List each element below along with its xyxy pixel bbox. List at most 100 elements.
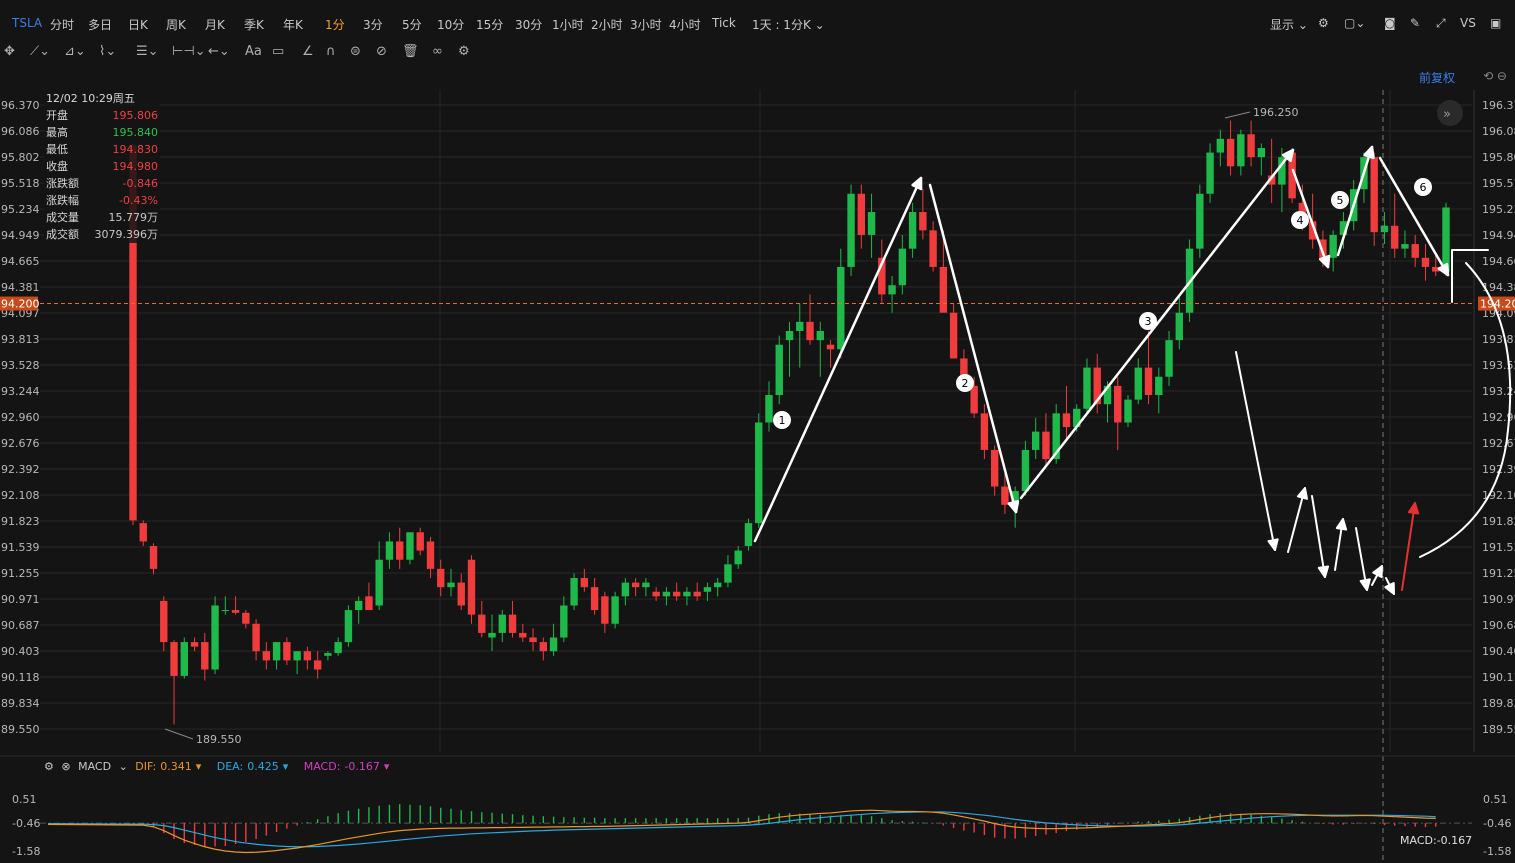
y-tick-label-right: 190.97 xyxy=(1482,593,1515,606)
y-tick-label-left: 93.528 xyxy=(1,359,40,372)
info-row: 涨跌幅 -0.43% xyxy=(44,192,160,209)
macd-settings-icon[interactable]: ⚙ xyxy=(44,760,54,773)
candle-body xyxy=(283,642,291,661)
y-tick-label-right: 195.23 xyxy=(1482,203,1515,216)
candle-body xyxy=(457,582,465,606)
candle-body xyxy=(242,612,250,624)
info-row-value: 3079.396万 xyxy=(94,228,159,241)
candle-body xyxy=(437,568,445,588)
candle-body xyxy=(1155,376,1163,396)
wave-number-label: 3 xyxy=(1145,315,1152,328)
low-marker-label: 189.550 xyxy=(196,733,242,746)
candle-body xyxy=(519,632,527,638)
candle-body xyxy=(765,395,773,423)
y-tick-label-right: 193.81 xyxy=(1482,333,1515,346)
candle-body xyxy=(990,449,999,487)
candlestick-chart[interactable]: 96.370 96.086 95.802 95.518 95.234 94.949 94.6… xyxy=(0,0,1515,863)
candle-body xyxy=(898,248,907,286)
candle-body xyxy=(980,413,989,450)
info-row: 收盘 194.980 xyxy=(44,158,160,175)
candle-body xyxy=(1226,138,1235,167)
wave-number-label: 5 xyxy=(1337,194,1344,207)
info-row: 最低 194.830 xyxy=(44,141,160,158)
candle-body xyxy=(939,266,948,313)
y-tick-label-right: 190.11 xyxy=(1482,671,1515,684)
candle-body xyxy=(703,587,712,592)
annotation-arrow-head xyxy=(1267,538,1279,551)
candle-body xyxy=(252,623,260,652)
annotation-arrow-head xyxy=(1363,145,1375,160)
candle-body xyxy=(272,642,281,661)
y-tick-label-left: 92.108 xyxy=(1,489,40,502)
candle-body xyxy=(1329,234,1337,258)
candle-body xyxy=(590,587,599,611)
y-tick-label-left: 91.823 xyxy=(1,515,40,528)
candle-body xyxy=(180,642,188,676)
candle-body xyxy=(826,344,835,350)
candle-body xyxy=(139,523,147,542)
info-row: 成交量 15.779万 xyxy=(44,209,160,226)
y-tick-label-right: 195.51 xyxy=(1482,177,1515,190)
annotation-arrow-head xyxy=(1407,502,1420,515)
candle-body xyxy=(354,600,363,611)
y-tick-label-left: 92.392 xyxy=(1,463,40,476)
annotation-arrow-shaft xyxy=(1019,148,1295,500)
candle-body xyxy=(775,344,783,396)
y-tick-label-right: 189.83 xyxy=(1482,697,1515,710)
candle-body xyxy=(867,212,876,235)
candle-body xyxy=(508,614,517,633)
candle-body xyxy=(857,193,865,235)
annotation-arrow-shaft xyxy=(1401,502,1416,591)
info-row-label: 成交量 xyxy=(46,211,79,224)
candle-body xyxy=(662,591,671,597)
dea-dropdown-icon[interactable]: ▾ xyxy=(283,760,289,773)
y-tick-label-right: 189.55 xyxy=(1482,723,1515,736)
candle-body xyxy=(549,637,558,652)
annotation-arrow-shaft xyxy=(928,183,1018,514)
macd-tick-right: -1.58 xyxy=(1483,845,1511,858)
ohlc-info-box: 12/02 10:29周五 开盘 195.806 最高 195.840 最低 194.83… xyxy=(44,90,160,243)
candle-body xyxy=(385,541,394,560)
dif-dropdown-icon[interactable]: ▾ xyxy=(196,760,202,773)
chevron-down-icon[interactable]: ⌄ xyxy=(119,760,128,773)
annotation-arrow-head xyxy=(1317,565,1330,578)
macd-close-icon[interactable]: ⊗ xyxy=(61,760,70,773)
price-grid xyxy=(40,90,1472,752)
candle-body xyxy=(1380,225,1389,233)
candle-body xyxy=(1124,399,1132,423)
candle-body xyxy=(1144,367,1153,396)
y-tick-label-left: 89.834 xyxy=(1,697,40,710)
annotation-arrow-head xyxy=(1296,487,1308,500)
info-row-label: 最低 xyxy=(46,143,68,156)
y-tick-label-left: 92.960 xyxy=(1,411,40,424)
macd-tick-left: -0.46 xyxy=(12,817,40,830)
candle-body xyxy=(467,559,476,615)
y-tick-label-left: 90.118 xyxy=(1,671,40,684)
candle-body xyxy=(539,642,548,652)
info-row-value: -0.43% xyxy=(119,194,158,207)
candle-body xyxy=(1175,312,1183,341)
y-tick-label-left: 94.381 xyxy=(1,281,40,294)
candle-body xyxy=(344,610,353,643)
candle-body xyxy=(201,642,209,670)
candle-body xyxy=(816,330,824,341)
macd-key-label: MACD: xyxy=(303,760,341,773)
info-row-label: 开盘 xyxy=(46,109,68,122)
info-row-label: 收盘 xyxy=(46,160,68,173)
y-tick-label-left: 96.086 xyxy=(1,125,40,138)
dif-value: 0.341 xyxy=(160,760,192,773)
macd-dropdown-icon[interactable]: ▾ xyxy=(384,760,390,773)
candle-body xyxy=(149,546,158,569)
y-tick-label-right: 194.94 xyxy=(1482,229,1515,242)
candle-body xyxy=(406,532,414,560)
info-row-value: -0.846 xyxy=(122,177,158,190)
candle-body xyxy=(447,582,455,588)
y-tick-label-left: 91.255 xyxy=(1,567,40,580)
y-tick-label-right: 196.08 xyxy=(1482,125,1515,138)
macd-label[interactable]: MACD xyxy=(78,760,111,773)
candle-body xyxy=(785,330,794,341)
candle-body xyxy=(1237,134,1245,167)
y-tick-label-right: 191.25 xyxy=(1482,567,1515,580)
candle-body xyxy=(1421,257,1430,267)
candle-body xyxy=(1031,431,1040,450)
